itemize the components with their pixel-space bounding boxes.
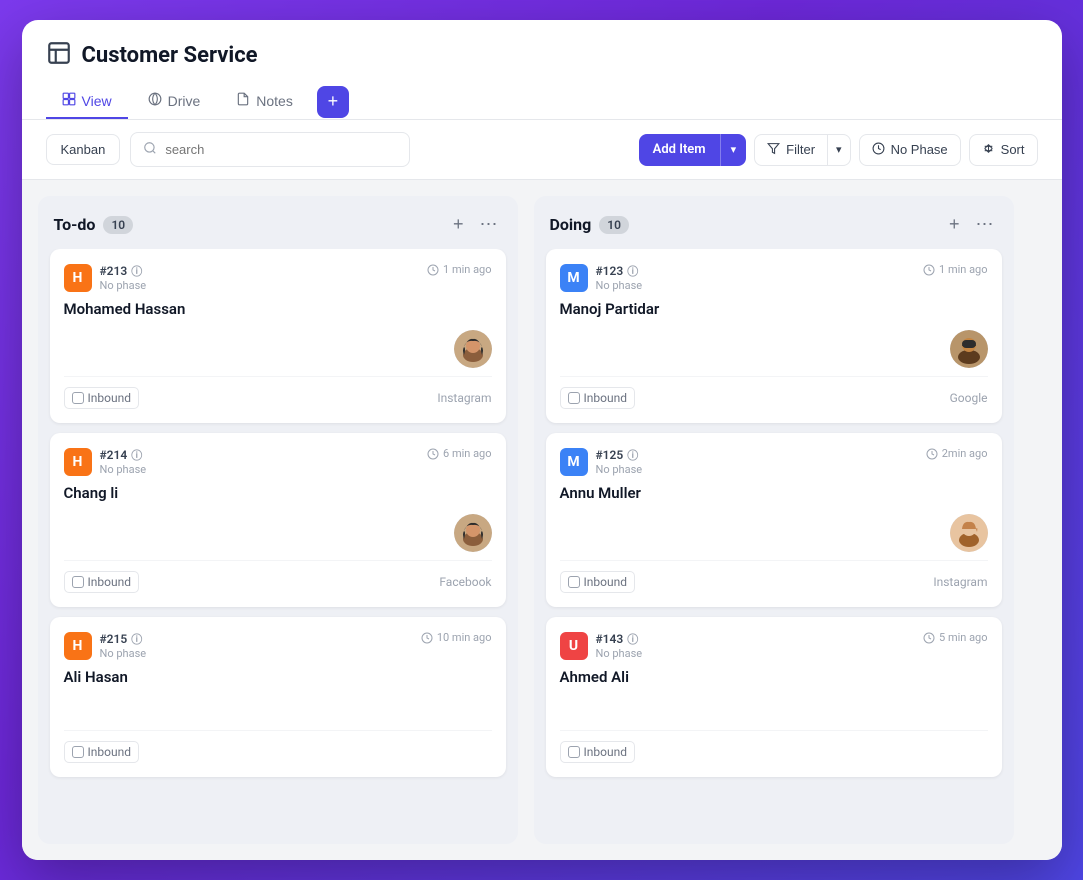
column-todo-menu-button[interactable]: ⋯ [476, 212, 502, 237]
drive-icon [148, 92, 162, 109]
tab-view[interactable]: View [46, 84, 128, 119]
table-icon [46, 40, 72, 70]
info-icon: ⓘ [131, 263, 142, 279]
tag-icon [568, 576, 580, 588]
card-123-time: 1 min ago [923, 263, 987, 276]
card-143-name: Ahmed Ali [560, 668, 988, 686]
card-143-tag: Inbound [560, 741, 635, 763]
filter-button[interactable]: Filter [754, 134, 828, 166]
card-123-tag: Inbound [560, 387, 635, 409]
column-doing-menu-button[interactable]: ⋯ [972, 212, 998, 237]
card-213[interactable]: H #213 ⓘ No phase [50, 249, 506, 423]
column-doing-count: 10 [599, 216, 629, 234]
filter-group: Filter ▾ [754, 134, 850, 166]
search-box [130, 132, 410, 167]
info-icon: ⓘ [627, 447, 638, 463]
avatar-123: M [560, 264, 588, 292]
tag-icon [72, 746, 84, 758]
card-214-tag: Inbound [64, 571, 139, 593]
card-213-name: Mohamed Hassan [64, 300, 492, 318]
kanban-board: To-do 10 + ⋯ H [22, 180, 1062, 860]
card-123[interactable]: M #123 ⓘ No phase [546, 249, 1002, 423]
card-213-time: 1 min ago [427, 263, 491, 276]
card-123-phase: No phase [596, 279, 643, 292]
card-123-name: Manoj Partidar [560, 300, 988, 318]
phase-icon [872, 142, 885, 158]
card-143-id: #143 ⓘ [596, 631, 643, 647]
tag-icon [568, 746, 580, 758]
column-doing-add-button[interactable]: + [945, 212, 964, 237]
card-214[interactable]: H #214 ⓘ No phase [50, 433, 506, 607]
column-todo-add-button[interactable]: + [449, 212, 468, 237]
card-214-id: #214 ⓘ [100, 447, 147, 463]
column-todo-count: 10 [103, 216, 133, 234]
card-215-name: Ali Hasan [64, 668, 492, 686]
avatar-213: H [64, 264, 92, 292]
add-tab-button[interactable]: + [317, 86, 349, 118]
card-123-source: Google [950, 391, 988, 405]
card-143-time: 5 min ago [923, 631, 987, 644]
kanban-button[interactable]: Kanban [46, 134, 121, 165]
card-213-id: #213 ⓘ [100, 263, 147, 279]
card-214-assignee [454, 514, 492, 552]
search-input[interactable] [165, 142, 397, 157]
tab-drive[interactable]: Drive [132, 84, 217, 119]
card-125-id: #125 ⓘ [596, 447, 643, 463]
avatar-125: M [560, 448, 588, 476]
column-todo: To-do 10 + ⋯ H [38, 196, 518, 844]
add-item-button[interactable]: Add Item ▾ [639, 134, 746, 166]
card-215-phase: No phase [100, 647, 147, 660]
card-213-assignee [454, 330, 492, 368]
no-phase-button[interactable]: No Phase [859, 134, 961, 166]
card-125-assignee [950, 514, 988, 552]
card-143-phase: No phase [596, 647, 643, 660]
card-215[interactable]: H #215 ⓘ No phase [50, 617, 506, 777]
card-123-assignee [950, 330, 988, 368]
card-125-name: Annu Muller [560, 484, 988, 502]
card-125-phase: No phase [596, 463, 643, 476]
sort-icon [982, 142, 995, 158]
avatar-214: H [64, 448, 92, 476]
column-doing: Doing 10 + ⋯ M [534, 196, 1014, 844]
avatar-143: U [560, 632, 588, 660]
tag-icon [72, 392, 84, 404]
page-title: Customer Service [82, 43, 258, 68]
card-215-id: #215 ⓘ [100, 631, 147, 647]
avatar-215: H [64, 632, 92, 660]
card-213-source: Instagram [437, 391, 491, 405]
card-213-tag: Inbound [64, 387, 139, 409]
card-125-source: Instagram [933, 575, 987, 589]
card-215-tag: Inbound [64, 741, 139, 763]
card-214-source: Facebook [439, 575, 491, 589]
card-125-tag: Inbound [560, 571, 635, 593]
column-todo-title: To-do [54, 215, 96, 234]
doing-cards-list: M #123 ⓘ No phase [534, 249, 1014, 793]
tag-icon [72, 576, 84, 588]
add-item-chevron-icon: ▾ [721, 135, 747, 164]
notes-icon [236, 92, 250, 109]
tab-notes[interactable]: Notes [220, 84, 309, 119]
view-icon [62, 92, 76, 109]
tag-icon [568, 392, 580, 404]
search-icon [143, 140, 157, 159]
filter-chevron-button[interactable]: ▾ [828, 134, 851, 166]
card-214-time: 6 min ago [427, 447, 491, 460]
info-icon: ⓘ [131, 447, 142, 463]
card-143[interactable]: U #143 ⓘ No phase [546, 617, 1002, 777]
card-215-time: 10 min ago [421, 631, 492, 644]
sort-button[interactable]: Sort [969, 134, 1038, 166]
card-125[interactable]: M #125 ⓘ No phase [546, 433, 1002, 607]
card-214-phase: No phase [100, 463, 147, 476]
info-icon: ⓘ [131, 631, 142, 647]
todo-cards-list: H #213 ⓘ No phase [38, 249, 518, 793]
filter-icon [767, 142, 780, 158]
info-icon: ⓘ [627, 263, 638, 279]
card-213-phase: No phase [100, 279, 147, 292]
card-125-time: 2min ago [926, 447, 988, 460]
card-123-id: #123 ⓘ [596, 263, 643, 279]
card-214-name: Chang li [64, 484, 492, 502]
column-doing-title: Doing [550, 215, 592, 234]
info-icon: ⓘ [627, 631, 638, 647]
